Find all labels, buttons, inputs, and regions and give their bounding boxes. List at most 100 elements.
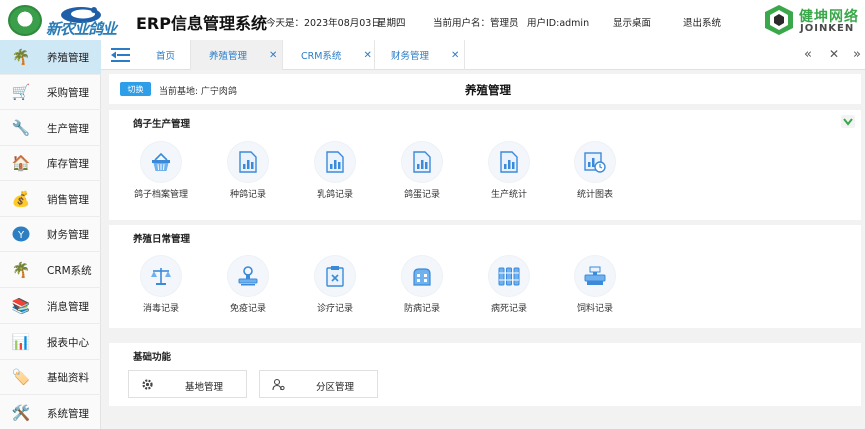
report-chart-icon xyxy=(402,142,442,182)
weekday-label: 星期四 xyxy=(377,18,406,29)
main-content: 切换 当前基地: 广宁肉鸽 养殖管理 鸽子生产管理 鸽子档案管理 种鸽记录 乳鸽… xyxy=(101,70,865,429)
sidebar-item-label: 销售管理 xyxy=(47,193,89,206)
close-icon[interactable]: ✕ xyxy=(269,50,277,61)
close-icon[interactable]: ✕ xyxy=(363,50,371,61)
sidebar-item-label: 采购管理 xyxy=(47,86,89,99)
grid-item-feed[interactable]: 饲料记录 xyxy=(560,256,630,318)
logout-link[interactable]: 退出系统 xyxy=(683,15,721,29)
tab-crm[interactable]: CRM系统 ✕ xyxy=(283,40,375,70)
svg-text:Y: Y xyxy=(17,230,25,241)
grid-item-immunization[interactable]: 免疫记录 xyxy=(213,256,283,318)
grid-item-label: 种鸽记录 xyxy=(229,190,266,200)
report-chart-icon xyxy=(489,142,529,182)
brand-logo-icon xyxy=(765,5,793,35)
menu-toggle-icon[interactable] xyxy=(111,47,130,63)
app-header: 新农业鸽业 ERP信息管理系统 今天是：2023年08月03日 星期四 当前用户… xyxy=(0,0,865,40)
grid-item-mortality[interactable]: 病死记录 xyxy=(474,256,544,318)
sidebar-item-breeding[interactable]: 🌴 养殖管理 xyxy=(0,40,101,75)
brand-name-en: JOINKEN xyxy=(800,23,855,34)
bar-chart-icon: 📊 xyxy=(11,333,31,351)
sidebar-item-system[interactable]: 🛠️ 系统管理 xyxy=(0,396,101,429)
grid-item-disinfection[interactable]: 消毒记录 xyxy=(126,256,196,318)
cart-icon: 🛒 xyxy=(11,83,31,101)
button-label: 分区管理 xyxy=(316,382,355,393)
grid-item-label: 生产统计 xyxy=(490,190,527,200)
sidebar-item-crm[interactable]: 🌴 CRM系统 xyxy=(0,253,101,288)
collapse-chevron-icon[interactable] xyxy=(841,115,855,128)
tab-scroll-left-icon[interactable]: « xyxy=(804,47,812,62)
sidebar-item-messages[interactable]: 📚 消息管理 xyxy=(0,289,101,324)
grid-item-label: 诊疗记录 xyxy=(316,304,353,314)
sidebar-item-sales[interactable]: 💰 销售管理 xyxy=(0,182,101,217)
current-base-label: 当前基地: 广宁肉鸽 xyxy=(159,87,237,97)
tab-breeding[interactable]: 养殖管理 ✕ xyxy=(191,40,283,70)
sidebar-item-label: 财务管理 xyxy=(47,228,89,241)
basket-icon xyxy=(141,142,181,182)
show-desktop-link[interactable]: 显示桌面 xyxy=(613,15,651,29)
binders-icon xyxy=(489,256,529,296)
scale-machine-icon xyxy=(575,256,615,296)
grid-item-squab-record[interactable]: 乳鸽记录 xyxy=(300,142,370,204)
tab-scroll-right-icon[interactable]: » xyxy=(853,47,861,62)
tab-label: 首页 xyxy=(155,51,175,62)
coins-icon: 💰 xyxy=(11,190,31,208)
grid-item-label: 防病记录 xyxy=(403,304,440,314)
user-id-label: 用户ID:admin xyxy=(527,18,590,29)
section-pigeon-production: 鸽子生产管理 鸽子档案管理 种鸽记录 乳鸽记录 鸽蛋记录 生产统计 统计图表 xyxy=(109,110,861,220)
sidebar-item-basic-data[interactable]: 🏷️ 基础资料 xyxy=(0,360,101,395)
scale-icon xyxy=(141,256,181,296)
sidebar-item-production[interactable]: 🔧 生产管理 xyxy=(0,111,101,146)
user-settings-icon xyxy=(272,378,285,391)
sidebar-item-label: 消息管理 xyxy=(47,300,89,313)
tools-icon: 🛠️ xyxy=(11,404,31,422)
button-label: 基地管理 xyxy=(185,382,224,393)
zone-management-button[interactable]: 分区管理 xyxy=(259,370,378,398)
sidebar-item-label: 基础资料 xyxy=(47,371,89,384)
sidebar-item-label: 库存管理 xyxy=(47,157,89,170)
grid-item-stat-charts[interactable]: 统计图表 xyxy=(560,142,630,204)
sidebar-item-inventory[interactable]: 🏠 库存管理 xyxy=(0,146,101,181)
date-label: 今天是：2023年08月03日 xyxy=(266,18,381,29)
wrench-icon: 🔧 xyxy=(11,119,31,137)
tab-finance[interactable]: 财务管理 ✕ xyxy=(375,40,465,70)
sidebar-item-purchase[interactable]: 🛒 采购管理 xyxy=(0,75,101,110)
current-user-label: 当前用户名：管理员 xyxy=(433,18,519,29)
section-basic-functions: 基础功能 基地管理 分区管理 xyxy=(109,343,861,406)
tab-label: 财务管理 xyxy=(391,51,430,62)
grid-item-label: 免疫记录 xyxy=(229,304,266,314)
close-all-tabs-icon[interactable]: ✕ xyxy=(829,47,839,61)
grid-item-pigeon-archive[interactable]: 鸽子档案管理 xyxy=(126,142,196,204)
grid-item-egg-record[interactable]: 鸽蛋记录 xyxy=(387,142,457,204)
yen-icon: Y xyxy=(10,224,32,244)
system-title: ERP信息管理系统 xyxy=(136,14,267,33)
books-icon: 📚 xyxy=(11,297,31,315)
sidebar-item-finance[interactable]: Y 财务管理 xyxy=(0,217,101,252)
grid-item-prevention[interactable]: 防病记录 xyxy=(387,256,457,318)
sidebar-item-reports[interactable]: 📊 报表中心 xyxy=(0,325,101,360)
grid-item-label: 病死记录 xyxy=(490,304,527,314)
close-icon[interactable]: ✕ xyxy=(451,50,459,61)
grid-item-label: 统计图表 xyxy=(576,190,613,200)
tab-label: 养殖管理 xyxy=(209,51,248,62)
house-icon: 🏠 xyxy=(11,154,31,172)
grid-item-breeder-record[interactable]: 种鸽记录 xyxy=(213,142,283,204)
section-title: 养殖日常管理 xyxy=(133,234,191,245)
grid-item-label: 饲料记录 xyxy=(576,304,613,314)
switch-base-button[interactable]: 切换 xyxy=(120,82,151,96)
section-title: 鸽子生产管理 xyxy=(133,119,191,130)
palm-tree-icon: 🌴 xyxy=(11,261,31,279)
sidebar: 🌴 养殖管理 🛒 采购管理 🔧 生产管理 🏠 库存管理 💰 销售管理 Y 财务管… xyxy=(0,40,101,429)
grid-item-production-stats[interactable]: 生产统计 xyxy=(474,142,544,204)
grid-item-label: 鸽蛋记录 xyxy=(403,190,440,200)
sidebar-item-label: 报表中心 xyxy=(47,336,89,349)
page-toolbar: 切换 当前基地: 广宁肉鸽 养殖管理 xyxy=(109,74,861,104)
sidebar-item-label: 系统管理 xyxy=(47,407,89,420)
grid-item-diagnosis[interactable]: 诊疗记录 xyxy=(300,256,370,318)
tab-label: CRM系统 xyxy=(301,51,342,62)
report-chart-icon xyxy=(228,142,268,182)
page-title: 养殖管理 xyxy=(465,83,511,97)
base-management-button[interactable]: 基地管理 xyxy=(128,370,247,398)
clipboard-icon xyxy=(315,256,355,296)
tab-home[interactable]: 首页 xyxy=(141,40,191,70)
company-logo-icon xyxy=(8,5,42,36)
